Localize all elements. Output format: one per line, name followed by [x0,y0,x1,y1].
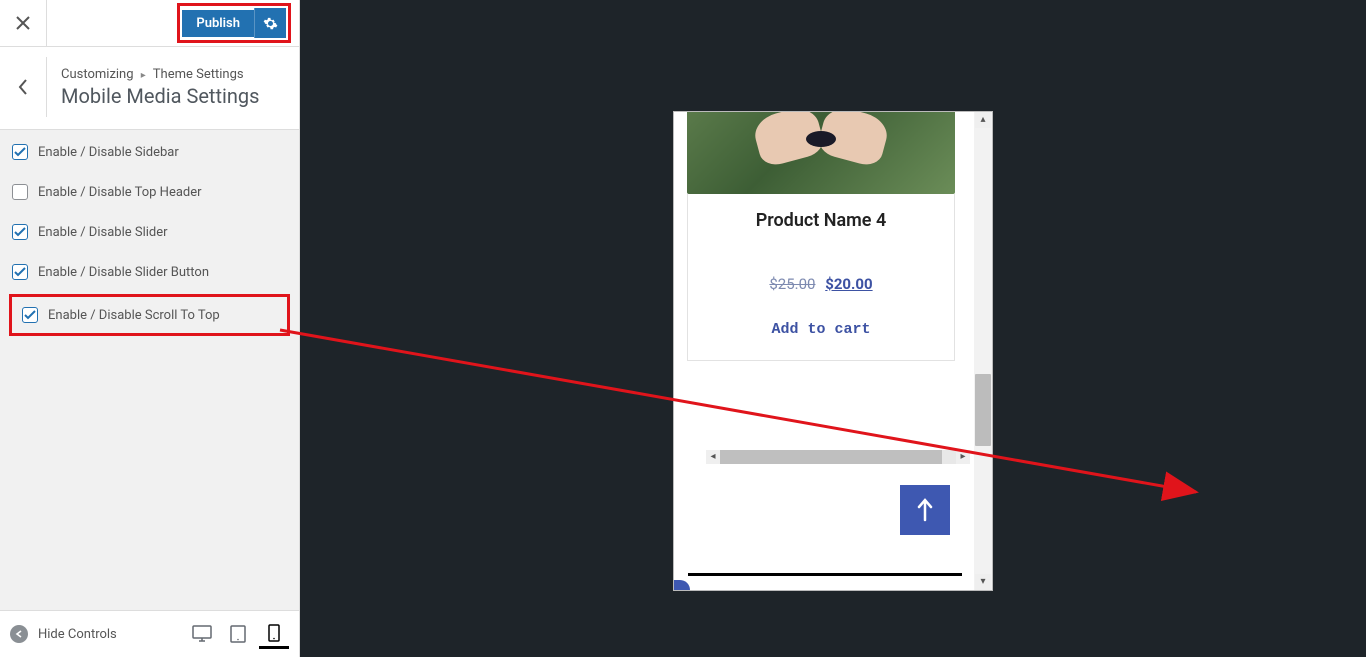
arrow-up-icon [917,498,933,522]
product-card: Product Name 4 $25.00 $20.00 Add to cart [687,194,955,361]
scroll-thumb[interactable] [975,374,991,446]
sidebar-top-bar: Publish [0,0,299,47]
add-to-cart-button[interactable]: Add to cart [696,321,946,338]
sidebar-footer: Hide Controls [0,610,299,657]
device-tablet-button[interactable] [223,619,253,649]
scroll-down-arrow[interactable]: ▾ [975,574,991,590]
option-row[interactable]: Enable / Disable Top Header [12,184,287,200]
product-price: $25.00 $20.00 [696,275,946,293]
option-label: Enable / Disable Top Header [38,185,202,200]
crumb-root: Customizing [61,67,134,82]
option-label: Enable / Disable Slider Button [38,265,209,280]
publish-highlight-box: Publish [177,3,291,43]
scroll-right-arrow[interactable]: ▸ [956,450,970,464]
scroll-to-top-button[interactable] [900,485,950,535]
device-switcher [187,619,289,649]
desktop-icon [192,625,212,643]
collapse-icon [10,625,28,643]
publish-settings-button[interactable] [254,8,286,38]
close-icon [16,16,30,30]
page-title: Mobile Media Settings [61,84,259,108]
preview-content[interactable]: Product Name 4 $25.00 $20.00 Add to cart… [674,112,992,590]
option-row[interactable]: Enable / Disable Slider Button [12,264,287,280]
device-mobile-button[interactable] [259,619,289,649]
price-old: $25.00 [769,275,815,293]
device-desktop-button[interactable] [187,619,217,649]
checkbox[interactable] [12,184,28,200]
check-icon [24,310,36,320]
mobile-preview-frame: Product Name 4 $25.00 $20.00 Add to cart… [673,111,993,591]
mobile-icon [268,624,280,642]
price-new: $20.00 [825,275,872,293]
breadcrumb: Customizing ▸ Theme Settings [61,67,259,82]
option-row[interactable]: Enable / Disable Scroll To Top [9,294,290,336]
header-text: Customizing ▸ Theme Settings Mobile Medi… [61,67,259,108]
chevron-right-icon: ▸ [141,70,146,81]
checkbox[interactable] [22,307,38,323]
hide-controls-button[interactable]: Hide Controls [10,625,117,643]
option-label: Enable / Disable Slider [38,225,168,240]
vertical-scrollbar[interactable]: ▴ ▾ [974,112,992,590]
chevron-left-icon [18,79,28,95]
option-row[interactable]: Enable / Disable Sidebar [12,144,287,160]
check-icon [14,267,26,277]
option-label: Enable / Disable Sidebar [38,145,179,160]
option-row[interactable]: Enable / Disable Slider [12,224,287,240]
check-icon [14,227,26,237]
controls-list: Enable / Disable Sidebar Enable / Disable… [0,130,299,340]
option-label: Enable / Disable Scroll To Top [48,308,220,323]
scroll-left-arrow[interactable]: ◂ [706,450,720,464]
checkbox[interactable] [12,144,28,160]
scroll-up-arrow[interactable]: ▴ [975,112,991,128]
checkbox[interactable] [12,264,28,280]
close-customizer-button[interactable] [0,0,47,47]
customizer-sidebar: Publish Customizing ▸ Theme Settings Mob… [0,0,300,657]
horizontal-scrollbar[interactable]: ◂ ▸ [706,450,970,464]
sidebar-header: Customizing ▸ Theme Settings Mobile Medi… [0,47,299,130]
tablet-icon [230,625,246,643]
check-icon [14,147,26,157]
preview-area: Product Name 4 $25.00 $20.00 Add to cart… [300,0,1366,657]
back-button[interactable] [0,57,47,117]
hide-controls-label: Hide Controls [38,627,117,642]
product-name[interactable]: Product Name 4 [696,210,946,231]
product-image [687,112,955,194]
corner-accent [674,580,690,590]
footer-divider [688,573,962,576]
gear-icon [263,16,278,31]
checkbox[interactable] [12,224,28,240]
publish-button[interactable]: Publish [182,10,254,37]
scroll-track[interactable] [720,450,942,464]
crumb-leaf: Theme Settings [153,67,244,82]
